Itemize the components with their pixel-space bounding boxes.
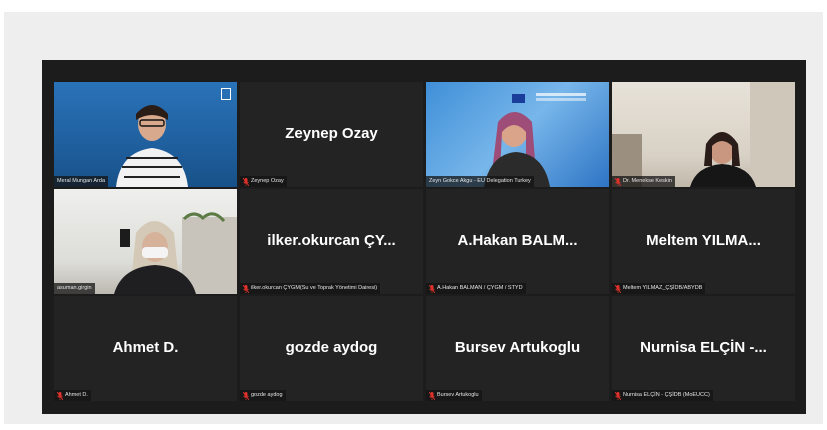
- participant-name-label: asuman.girgin: [54, 283, 95, 294]
- person-silhouette: [114, 212, 237, 294]
- participant-name-label: ilker.okurcan ÇYGM(Su ve Toprak Yönetimi…: [240, 283, 381, 294]
- participant-display-name: Bursev Artukoglu: [454, 338, 581, 356]
- participant-display-name: Zeynep Ozay: [285, 124, 378, 142]
- participant-tile[interactable]: gozde aydog gozde aydog: [240, 296, 423, 401]
- participant-video: [426, 82, 609, 187]
- participant-tile[interactable]: Bursev Artukoglu Bursev Artukoglu: [426, 296, 609, 401]
- mic-muted-icon: [615, 391, 621, 400]
- participant-tile[interactable]: Nurnisa ELÇİN -... Nurnisa ELÇİN - ÇŞİDB…: [612, 296, 795, 401]
- participant-tile[interactable]: Zeynep Ozay Zeynep Ozay: [240, 82, 423, 187]
- participant-tile[interactable]: A.Hakan BALM... A.Hakan BALMAN / ÇYGM / …: [426, 189, 609, 294]
- mic-muted-icon: [615, 284, 621, 293]
- participant-display-name: Meltem YILMA...: [646, 231, 761, 249]
- participant-tile[interactable]: Zeyn Gokce Akgu - EU Delegation Turkey: [426, 82, 609, 187]
- participant-name-label: Zeynep Ozay: [240, 176, 287, 187]
- participant-name-label: Nurnisa ELÇİN - ÇŞİDB (MoEUCC): [612, 390, 713, 401]
- participant-name-label: gozde aydog: [240, 390, 286, 401]
- participant-tile[interactable]: asuman.girgin: [54, 189, 237, 294]
- person-silhouette: [116, 105, 188, 187]
- participant-name-label: Zeyn Gokce Akgu - EU Delegation Turkey: [426, 176, 534, 187]
- mic-muted-icon: [243, 391, 249, 400]
- participant-name-label: A.Hakan BALMAN / ÇYGM / STYD: [426, 283, 526, 294]
- meeting-window: Meral Mungan Arda Zeynep Ozay Zeynep Oza…: [42, 60, 806, 414]
- participant-name-label: Meral Mungan Arda: [54, 176, 108, 187]
- participant-tile[interactable]: ilker.okurcan ÇY... ilker.okurcan ÇYGM(S…: [240, 189, 423, 294]
- participant-display-name: gozde aydog: [285, 338, 378, 356]
- participant-display-name: ilker.okurcan ÇY...: [267, 231, 396, 249]
- participant-video: [54, 82, 237, 187]
- participant-video: [612, 82, 795, 187]
- participant-video: [54, 189, 237, 294]
- mic-muted-icon: [243, 284, 249, 293]
- participant-display-name: Nurnisa ELÇİN -...: [640, 338, 767, 356]
- participant-tile[interactable]: Meral Mungan Arda: [54, 82, 237, 187]
- screenshot-frame: Meral Mungan Arda Zeynep Ozay Zeynep Oza…: [4, 12, 823, 424]
- participant-name-label: Ahmet D.: [54, 390, 91, 401]
- mic-muted-icon: [429, 391, 435, 400]
- participant-display-name: Ahmet D.: [112, 338, 179, 356]
- participant-tile[interactable]: Ahmet D. Ahmet D.: [54, 296, 237, 401]
- participant-tile[interactable]: Meltem YILMA... Meltem YILMAZ_ÇŞİDB/ABYD…: [612, 189, 795, 294]
- mic-muted-icon: [57, 391, 63, 400]
- participant-name-label: Meltem YILMAZ_ÇŞİDB/ABYDB: [612, 283, 706, 294]
- mic-muted-icon: [615, 177, 621, 186]
- mic-muted-icon: [429, 284, 435, 293]
- participant-display-name: A.Hakan BALM...: [457, 231, 578, 249]
- mic-muted-icon: [243, 177, 249, 186]
- person-silhouette: [612, 82, 795, 187]
- person-silhouette: [484, 112, 550, 187]
- gallery-view: Meral Mungan Arda Zeynep Ozay Zeynep Oza…: [54, 82, 795, 401]
- participant-tile-active-speaker[interactable]: Dr. Menekse Keskin: [612, 82, 795, 187]
- participant-name-label: Dr. Menekse Keskin: [612, 176, 675, 187]
- participant-name-label: Bursev Artukoglu: [426, 390, 482, 401]
